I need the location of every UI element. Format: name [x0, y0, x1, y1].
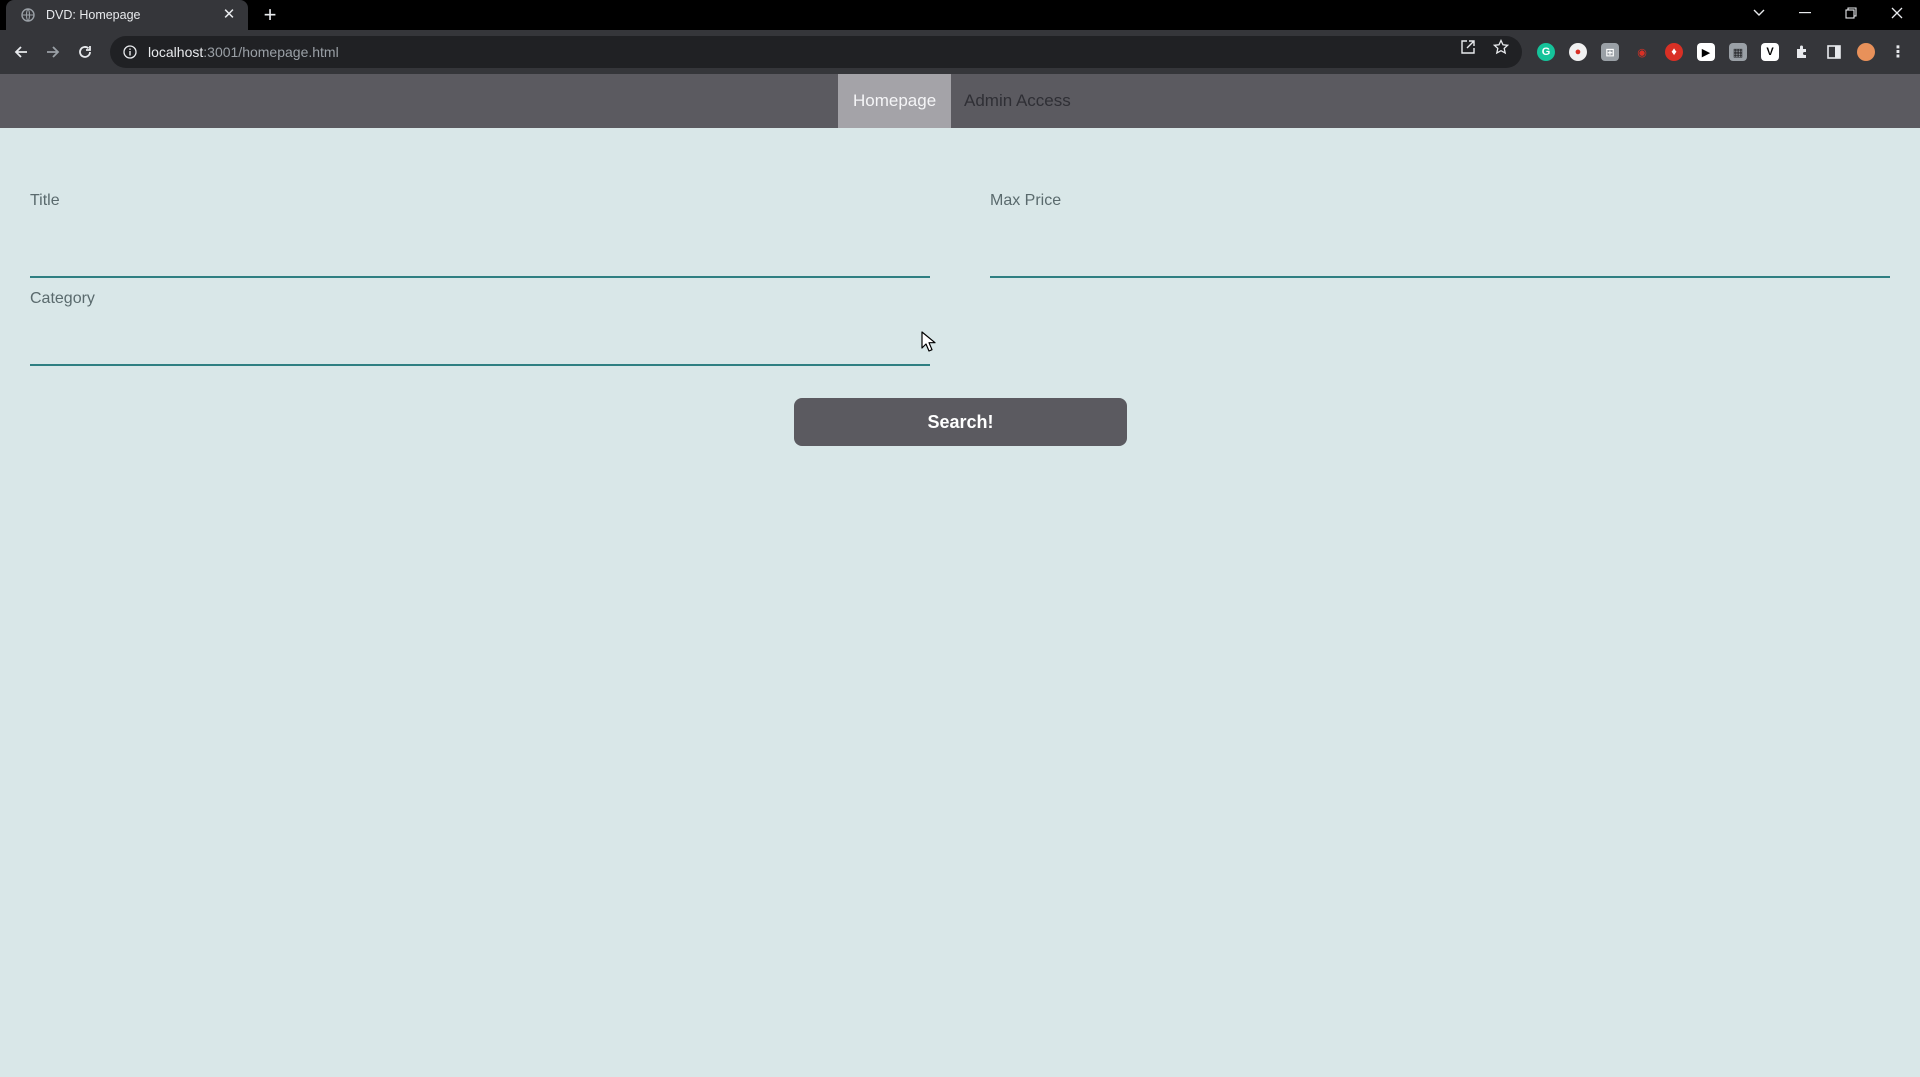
extension-red-drop-icon[interactable]: ♦ [1665, 43, 1683, 61]
category-underline [30, 364, 930, 366]
tab-title: DVD: Homepage [46, 8, 141, 22]
extension-v-icon[interactable]: V [1761, 43, 1779, 61]
reload-icon[interactable] [74, 41, 96, 63]
close-window-icon[interactable] [1874, 0, 1920, 26]
extension-play-icon[interactable]: ▶ [1697, 43, 1715, 61]
address-bar[interactable]: localhost :3001/homepage.html [110, 36, 1522, 68]
forward-arrow-icon[interactable] [42, 41, 64, 63]
extension-red-circle-icon[interactable]: ◉ [1633, 43, 1651, 61]
side-panel-icon[interactable] [1825, 43, 1843, 61]
more-menu-icon[interactable]: ⋮ [1889, 43, 1907, 61]
extension-red-badge-icon[interactable]: ● [1569, 43, 1587, 61]
extension-grid-icon[interactable]: ▦ [1729, 43, 1747, 61]
url-host: localhost [148, 44, 204, 60]
title-underline [30, 276, 930, 278]
new-tab-button[interactable]: + [258, 3, 282, 27]
globe-icon [20, 7, 36, 23]
title-input[interactable] [30, 240, 930, 274]
profile-avatar-icon[interactable] [1857, 43, 1875, 61]
max-price-label: Max Price [990, 192, 1062, 209]
extension-grey-square-icon[interactable]: ⊞ [1601, 43, 1619, 61]
nav-admin-access[interactable]: Admin Access [949, 74, 1086, 128]
grammarly-extension-icon[interactable]: G [1537, 43, 1555, 61]
mouse-cursor-icon [921, 331, 936, 352]
extensions-puzzle-icon[interactable] [1793, 43, 1811, 61]
restore-icon[interactable] [1828, 0, 1874, 26]
share-icon[interactable] [1459, 38, 1477, 56]
nav-homepage[interactable]: Homepage [838, 74, 952, 128]
browser-tab[interactable]: DVD: Homepage ✕ [6, 0, 248, 30]
site-navbar: Homepage Admin Access [0, 74, 1920, 128]
star-icon[interactable] [1492, 38, 1510, 56]
max-price-input[interactable] [990, 240, 1890, 274]
category-input[interactable] [30, 328, 930, 362]
info-icon[interactable] [122, 44, 138, 60]
search-button[interactable]: Search! [794, 398, 1127, 446]
browser-toolbar: localhost :3001/homepage.html [0, 30, 1920, 74]
max-price-underline [990, 276, 1890, 278]
browser-tab-strip: DVD: Homepage ✕ + [0, 0, 1920, 30]
tab-search-chevron-icon[interactable] [1736, 0, 1782, 26]
back-arrow-icon[interactable] [10, 41, 32, 63]
url-path: :3001/homepage.html [203, 44, 339, 60]
minimize-icon[interactable] [1782, 0, 1828, 26]
title-label: Title [30, 192, 60, 209]
tab-close-icon[interactable]: ✕ [220, 6, 238, 24]
category-label: Category [30, 290, 95, 307]
